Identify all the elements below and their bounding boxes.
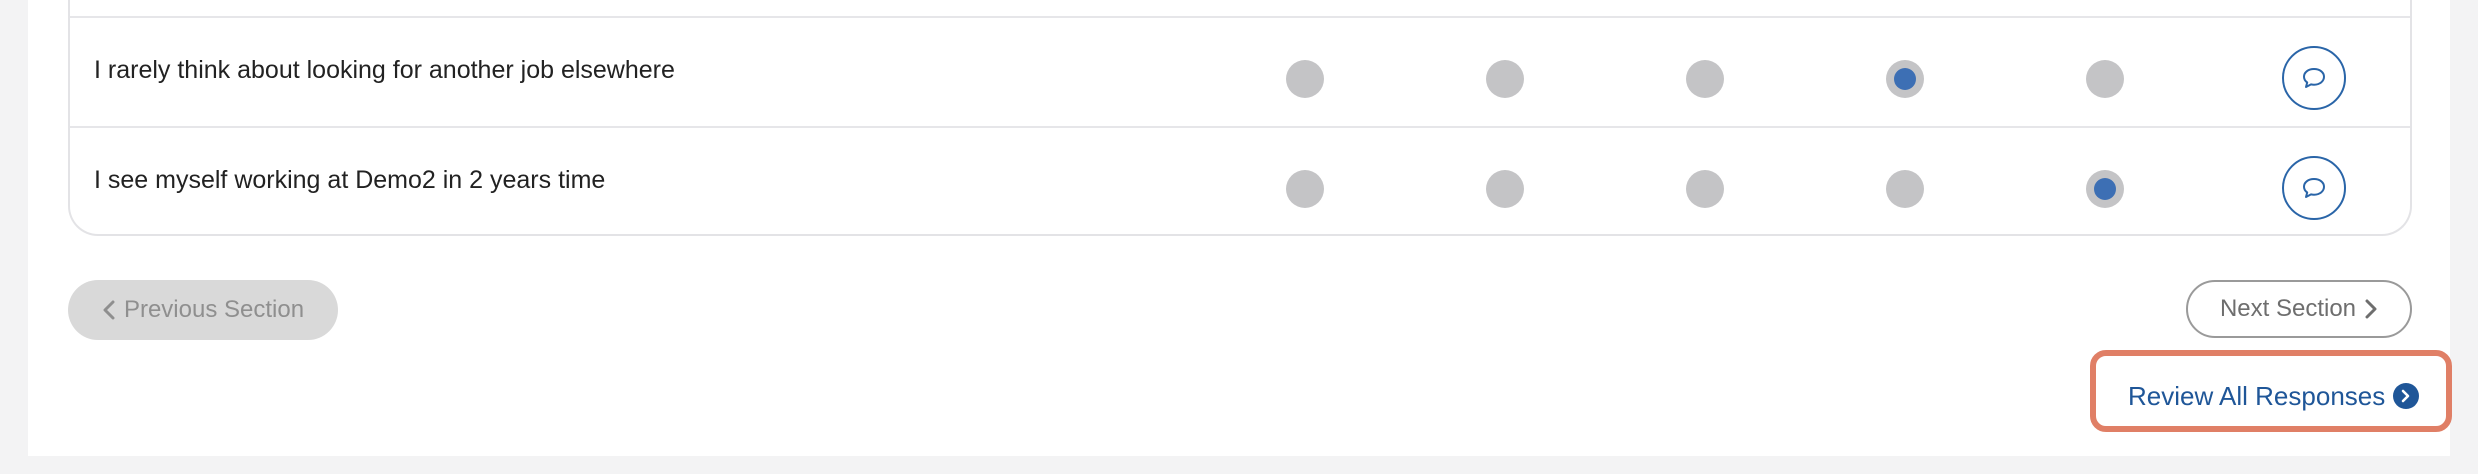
review-all-responses-label: Review All Responses [2128,380,2386,411]
question-row: I see myself working at Demo2 in 2 years… [70,128,2410,236]
questions-card: I rarely think about looking for another… [68,0,2412,236]
question-row: I rarely think about looking for another… [70,18,2410,128]
chevron-left-icon [103,300,115,320]
next-section-label: Next Section [2219,295,2357,322]
chevron-right-icon [2365,299,2377,319]
previous-section-button[interactable]: Previous Section [68,280,338,340]
chevron-circle-right-icon [2393,383,2420,409]
rating-option-1[interactable] [1286,170,1324,208]
rating-option-3[interactable] [1686,60,1724,98]
comment-icon [2303,178,2325,198]
rating-option-4[interactable] [1886,170,1924,208]
question-text: I see myself working at Demo2 in 2 years… [94,166,606,194]
comment-button[interactable] [2282,46,2346,110]
rating-option-2[interactable] [1486,60,1524,98]
rating-option-5[interactable] [2086,60,2124,98]
comment-button[interactable] [2282,156,2346,220]
rating-option-2[interactable] [1486,170,1524,208]
rating-option-5[interactable] [2086,170,2124,208]
next-section-button[interactable]: Next Section [2186,280,2412,338]
question-text: I rarely think about looking for another… [94,56,675,84]
rating-option-3[interactable] [1686,170,1724,208]
review-all-responses-link[interactable]: Review All Responses [2128,380,2420,412]
rating-option-4[interactable] [1886,60,1924,98]
comment-icon [2303,68,2325,88]
rating-option-1[interactable] [1286,60,1324,98]
previous-section-label: Previous Section [123,296,305,323]
